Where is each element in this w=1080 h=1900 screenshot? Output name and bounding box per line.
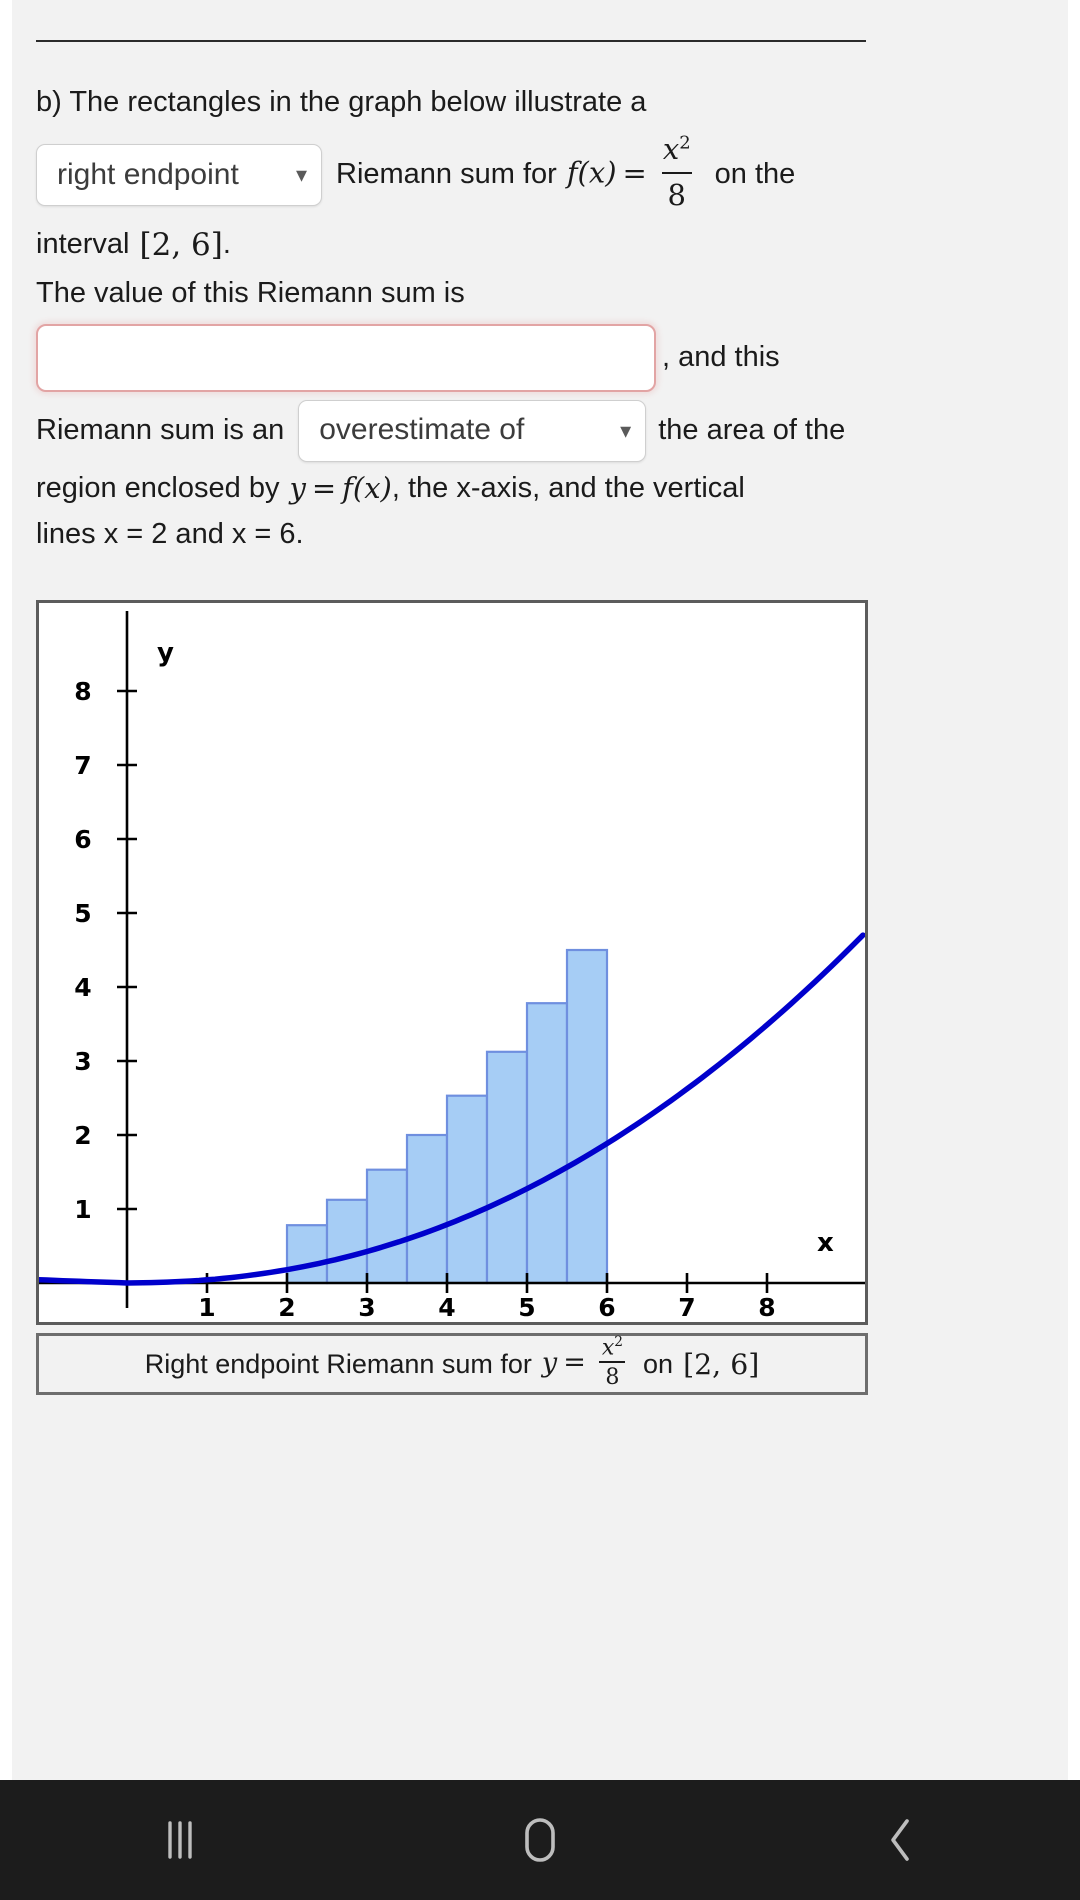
bars-group — [285, 948, 609, 1285]
problem-line-6: region enclosed by y = f(x) , the x-axis, … — [36, 468, 876, 510]
svg-text:3: 3 — [358, 1293, 375, 1322]
riemann-bar — [405, 1133, 449, 1285]
svg-text:5: 5 — [518, 1293, 535, 1322]
caption-fraction-denominator: 8 — [599, 1361, 626, 1390]
y-symbol: y — [289, 470, 306, 505]
caption-expression: y = x2 8 — [541, 1334, 633, 1392]
riemann-bar — [485, 1050, 529, 1285]
svg-text:6: 6 — [74, 825, 91, 854]
problem-line-1: b) The rectangles in the graph below ill… — [36, 86, 647, 118]
riemann-sum-figure: 1 2 3 4 5 6 7 8 1 2 3 4 5 6 7 8 y x Righ… — [36, 600, 868, 1400]
svg-text:2: 2 — [278, 1293, 295, 1322]
left-edge-rail — [0, 0, 12, 1780]
on-the-label: on the — [714, 158, 796, 191]
svg-text:1: 1 — [74, 1195, 91, 1224]
svg-text:8: 8 — [74, 677, 91, 706]
caption-y-symbol: y — [541, 1347, 558, 1379]
endpoint-type-select[interactable]: right endpoint ▾ — [36, 143, 322, 206]
y-tick-labels: 1 2 3 4 5 6 7 8 — [74, 677, 91, 1224]
screen: b) The rectangles in the graph below ill… — [0, 0, 1080, 1900]
android-navigation-bar — [0, 1780, 1080, 1900]
x-axis-vertical-label: , the x-axis, and the vertical — [391, 472, 745, 505]
function-expression: f(x) = x2 8 — [567, 131, 701, 218]
recents-icon — [160, 1817, 200, 1863]
caption-prefix: Right endpoint Riemann sum for — [144, 1348, 532, 1379]
svg-text:7: 7 — [74, 751, 91, 780]
fraction-numerator-exponent: 2 — [679, 132, 691, 154]
fraction-numerator: x — [662, 132, 680, 167]
riemann-bar — [285, 1224, 329, 1285]
chevron-down-icon: ▾ — [295, 161, 307, 187]
and-this-label: , and this — [662, 341, 780, 374]
riemann-plot-svg: 1 2 3 4 5 6 7 8 1 2 3 4 5 6 7 8 y x — [39, 611, 865, 1322]
region-enclosed-by-label: region enclosed by — [36, 472, 280, 505]
fraction-denominator: 8 — [661, 172, 692, 216]
svg-text:5: 5 — [74, 899, 91, 928]
endpoint-type-select-value: right endpoint — [57, 157, 239, 191]
back-button[interactable] — [825, 1780, 975, 1900]
caption-fraction-exponent: 2 — [614, 1333, 624, 1350]
interval-prefix-label: interval — [36, 227, 130, 260]
svg-text:4: 4 — [438, 1293, 455, 1322]
svg-text:8: 8 — [758, 1293, 775, 1322]
equals-sign: = — [622, 155, 647, 190]
estimate-type-select-value: overestimate of — [319, 413, 525, 447]
plot-area: 1 2 3 4 5 6 7 8 1 2 3 4 5 6 7 8 y x — [36, 600, 868, 1325]
caption-interval: [2, 6] — [683, 1347, 760, 1381]
caption-on-label: on — [643, 1348, 674, 1379]
back-icon — [883, 1815, 917, 1865]
riemann-bar — [525, 1002, 569, 1285]
y-equals-fx: y = f(x) — [289, 468, 391, 510]
riemann-sum-for-label: Riemann sum for — [336, 158, 557, 191]
svg-text:3: 3 — [74, 1047, 91, 1076]
y-axis-label: y — [157, 638, 174, 668]
caption-fraction-numerator: x — [601, 1334, 615, 1361]
figure-caption: Right endpoint Riemann sum for y = x2 8 on … — [36, 1333, 868, 1395]
fraction-x-squared-over-8: x2 8 — [657, 129, 697, 216]
f-of-x: f(x) — [342, 470, 392, 505]
problem-line-3: interval [2, 6] . — [36, 223, 876, 267]
svg-text:2: 2 — [74, 1121, 91, 1150]
svg-text:1: 1 — [198, 1293, 215, 1322]
svg-text:6: 6 — [598, 1293, 615, 1322]
caption-fraction: x2 8 — [596, 1334, 629, 1390]
riemann-sum-is-an-label: Riemann sum is an — [36, 414, 285, 447]
riemann-bar — [325, 1198, 369, 1285]
svg-text:4: 4 — [74, 973, 91, 1002]
riemann-bar — [365, 1168, 409, 1285]
answer-row: , and this — [36, 323, 876, 392]
home-button[interactable] — [465, 1780, 615, 1900]
estimate-type-select[interactable]: overestimate of ▾ — [298, 399, 647, 462]
riemann-sum-value-input[interactable] — [36, 323, 656, 392]
caption-equals-sign: = — [563, 1347, 586, 1379]
f-of-x: f(x) — [566, 155, 617, 190]
question-content: b) The rectangles in the graph below ill… — [12, 0, 1068, 1780]
problem-line-5: Riemann sum is an overestimate of ▾ the … — [36, 399, 876, 462]
x-axis-label: x — [817, 1228, 834, 1258]
problem-line-7: lines x = 2 and x = 6. — [36, 517, 304, 550]
riemann-bar — [565, 948, 609, 1285]
x-tick-labels: 1 2 3 4 5 6 7 8 — [198, 1293, 775, 1322]
interval-period: . — [222, 227, 231, 260]
riemann-bar — [445, 1094, 489, 1285]
home-icon — [518, 1814, 562, 1866]
recents-button[interactable] — [105, 1780, 255, 1900]
problem-line-2: right endpoint ▾ Riemann sum for f(x) = x2… — [36, 131, 876, 218]
chevron-down-icon: ▾ — [620, 417, 632, 443]
problem-statement: b) The rectangles in the graph below ill… — [36, 82, 876, 555]
the-area-of-the-label: the area of the — [658, 414, 846, 447]
interval-value: [2, 6] — [139, 226, 223, 263]
equals-sign: = — [311, 470, 337, 505]
problem-line-4: The value of this Riemann sum is — [36, 276, 465, 309]
section-divider — [36, 40, 866, 42]
right-edge-rail — [1068, 0, 1080, 1780]
svg-text:7: 7 — [678, 1293, 695, 1322]
